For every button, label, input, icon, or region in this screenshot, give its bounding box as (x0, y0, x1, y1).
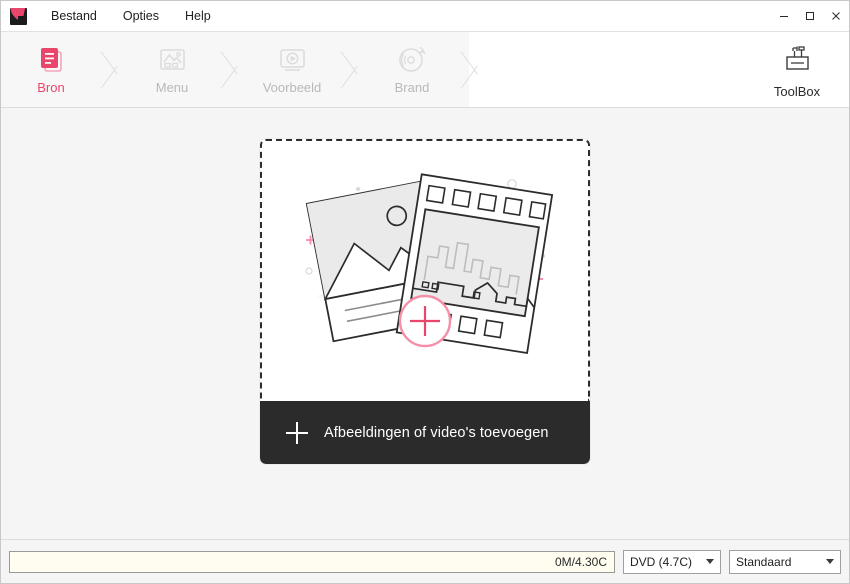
step-divider-3 (337, 32, 367, 107)
disc-type-select[interactable]: DVD (4.7C) (623, 549, 721, 574)
capacity-bar: 0M/4.30C (9, 550, 615, 573)
dropzone-footer-bar[interactable]: Afbeeldingen of video's toevoegen (260, 401, 590, 464)
step-navigation-bar: Bron Menu Voorbeeld Brand ToolBox (1, 31, 849, 108)
step-divider-2 (217, 32, 247, 107)
toolbox-button[interactable]: ToolBox (757, 32, 837, 108)
menu-item-bestand[interactable]: Bestand (38, 4, 110, 28)
monitor-play-icon (275, 43, 309, 77)
step-brand[interactable]: Brand (367, 32, 457, 107)
minimize-icon (780, 16, 788, 17)
decor-circle-small-left (305, 267, 313, 275)
application-window: Bestand Opties Help Bron Menu Voorbeeld … (0, 0, 850, 584)
step-list: Bron Menu Voorbeeld Brand (1, 32, 487, 107)
app-logo-corner-shape (18, 15, 26, 24)
menu-item-opties[interactable]: Opties (110, 4, 172, 28)
minimize-button[interactable] (771, 3, 797, 29)
photo-and-filmstrip-illustration (305, 173, 554, 355)
plus-icon (286, 421, 308, 444)
menu-item-help[interactable]: Help (172, 4, 224, 28)
burn-disc-icon (395, 43, 429, 77)
close-button[interactable] (823, 3, 849, 29)
document-stack-icon (34, 43, 68, 77)
title-bar: Bestand Opties Help (1, 1, 849, 31)
step-voorbeeld[interactable]: Voorbeeld (247, 32, 337, 107)
decor-dot-top (356, 187, 360, 191)
toolbox-icon (780, 42, 814, 76)
dropzone-footer-label: Afbeeldingen of video's toevoegen (324, 424, 549, 441)
toolbox-label: ToolBox (773, 83, 821, 99)
maximize-icon (806, 12, 814, 20)
main-content-area: Afbeeldingen of video's toevoegen (1, 107, 849, 539)
decor-circle-top-right (507, 179, 517, 189)
step-bron[interactable]: Bron (1, 32, 97, 107)
plus-circle-icon (398, 294, 452, 348)
disc-type-value: DVD (4.7C) (630, 554, 693, 569)
step-divider-4 (457, 32, 487, 107)
step-label-voorbeeld: Voorbeeld (262, 80, 322, 95)
step-label-bron: Bron (37, 80, 65, 95)
media-dropzone[interactable]: Afbeeldingen of video's toevoegen (260, 139, 590, 464)
maximize-button[interactable] (797, 3, 823, 29)
bottom-toolbar: 0M/4.30C DVD (4.7C) Standaard (1, 539, 849, 583)
image-frame-icon (155, 43, 189, 77)
dropzone-illustration-area[interactable] (260, 139, 590, 401)
chevron-down-icon (826, 559, 834, 564)
step-menu[interactable]: Menu (127, 32, 217, 107)
capacity-text: 0M/4.30C (554, 554, 607, 569)
step-label-menu: Menu (155, 80, 189, 95)
app-logo-icon (10, 7, 27, 25)
quality-select[interactable]: Standaard (729, 549, 841, 574)
window-controls (771, 1, 849, 31)
close-icon (832, 12, 840, 20)
step-label-brand: Brand (394, 80, 430, 95)
chevron-down-icon (706, 559, 714, 564)
menu-bar: Bestand Opties Help (38, 1, 224, 31)
step-divider-1 (97, 32, 127, 107)
quality-value: Standaard (736, 554, 792, 569)
